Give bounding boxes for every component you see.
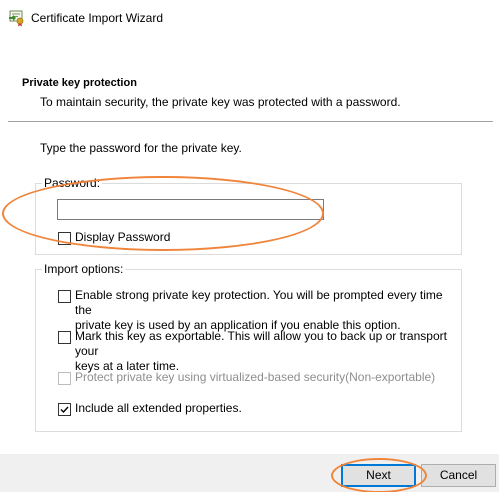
import-options-legend: Import options: xyxy=(42,262,126,276)
checkmark-icon xyxy=(60,406,69,414)
option-extended-properties[interactable]: Include all extended properties. xyxy=(58,401,242,416)
option-virtualization-security: Protect private key using virtualized-ba… xyxy=(58,370,435,385)
virtualization-security-label: Protect private key using virtualized-ba… xyxy=(75,370,436,384)
cancel-button[interactable]: Cancel xyxy=(421,464,496,487)
virtualization-security-checkbox xyxy=(58,372,71,385)
certificate-import-wizard-window: Certificate Import Wizard Private key pr… xyxy=(0,0,499,492)
display-password-checkbox[interactable] xyxy=(58,232,71,245)
certificate-icon xyxy=(9,10,24,27)
strong-protection-label-line1: Enable strong private key protection. Yo… xyxy=(75,288,443,317)
import-options-group: Import options: Enable strong private ke… xyxy=(35,262,462,432)
page-heading: Private key protection xyxy=(22,77,137,89)
instruction-text: Type the password for the private key. xyxy=(40,141,242,155)
strong-protection-label[interactable]: Enable strong private key protection. Yo… xyxy=(75,288,461,333)
page-subheading: To maintain security, the private key wa… xyxy=(40,95,401,109)
password-group: Password: Display Password xyxy=(35,176,462,255)
option-mark-exportable[interactable]: Mark this key as exportable. This will a… xyxy=(58,329,461,374)
password-group-legend: Password: xyxy=(42,176,103,190)
mark-exportable-checkbox[interactable] xyxy=(58,331,71,344)
option-strong-protection[interactable]: Enable strong private key protection. Yo… xyxy=(58,288,461,333)
password-input[interactable] xyxy=(57,199,324,220)
display-password-option[interactable]: Display Password xyxy=(58,230,170,245)
mark-exportable-label-line1: Mark this key as exportable. This will a… xyxy=(75,329,447,358)
window-title: Certificate Import Wizard xyxy=(31,11,164,25)
display-password-label[interactable]: Display Password xyxy=(75,230,170,245)
next-button[interactable]: Next xyxy=(341,464,416,487)
extended-properties-label[interactable]: Include all extended properties. xyxy=(75,401,242,416)
strong-protection-checkbox[interactable] xyxy=(58,290,71,303)
extended-properties-checkbox[interactable] xyxy=(58,403,71,416)
mark-exportable-label[interactable]: Mark this key as exportable. This will a… xyxy=(75,329,461,374)
header-separator xyxy=(8,121,493,122)
